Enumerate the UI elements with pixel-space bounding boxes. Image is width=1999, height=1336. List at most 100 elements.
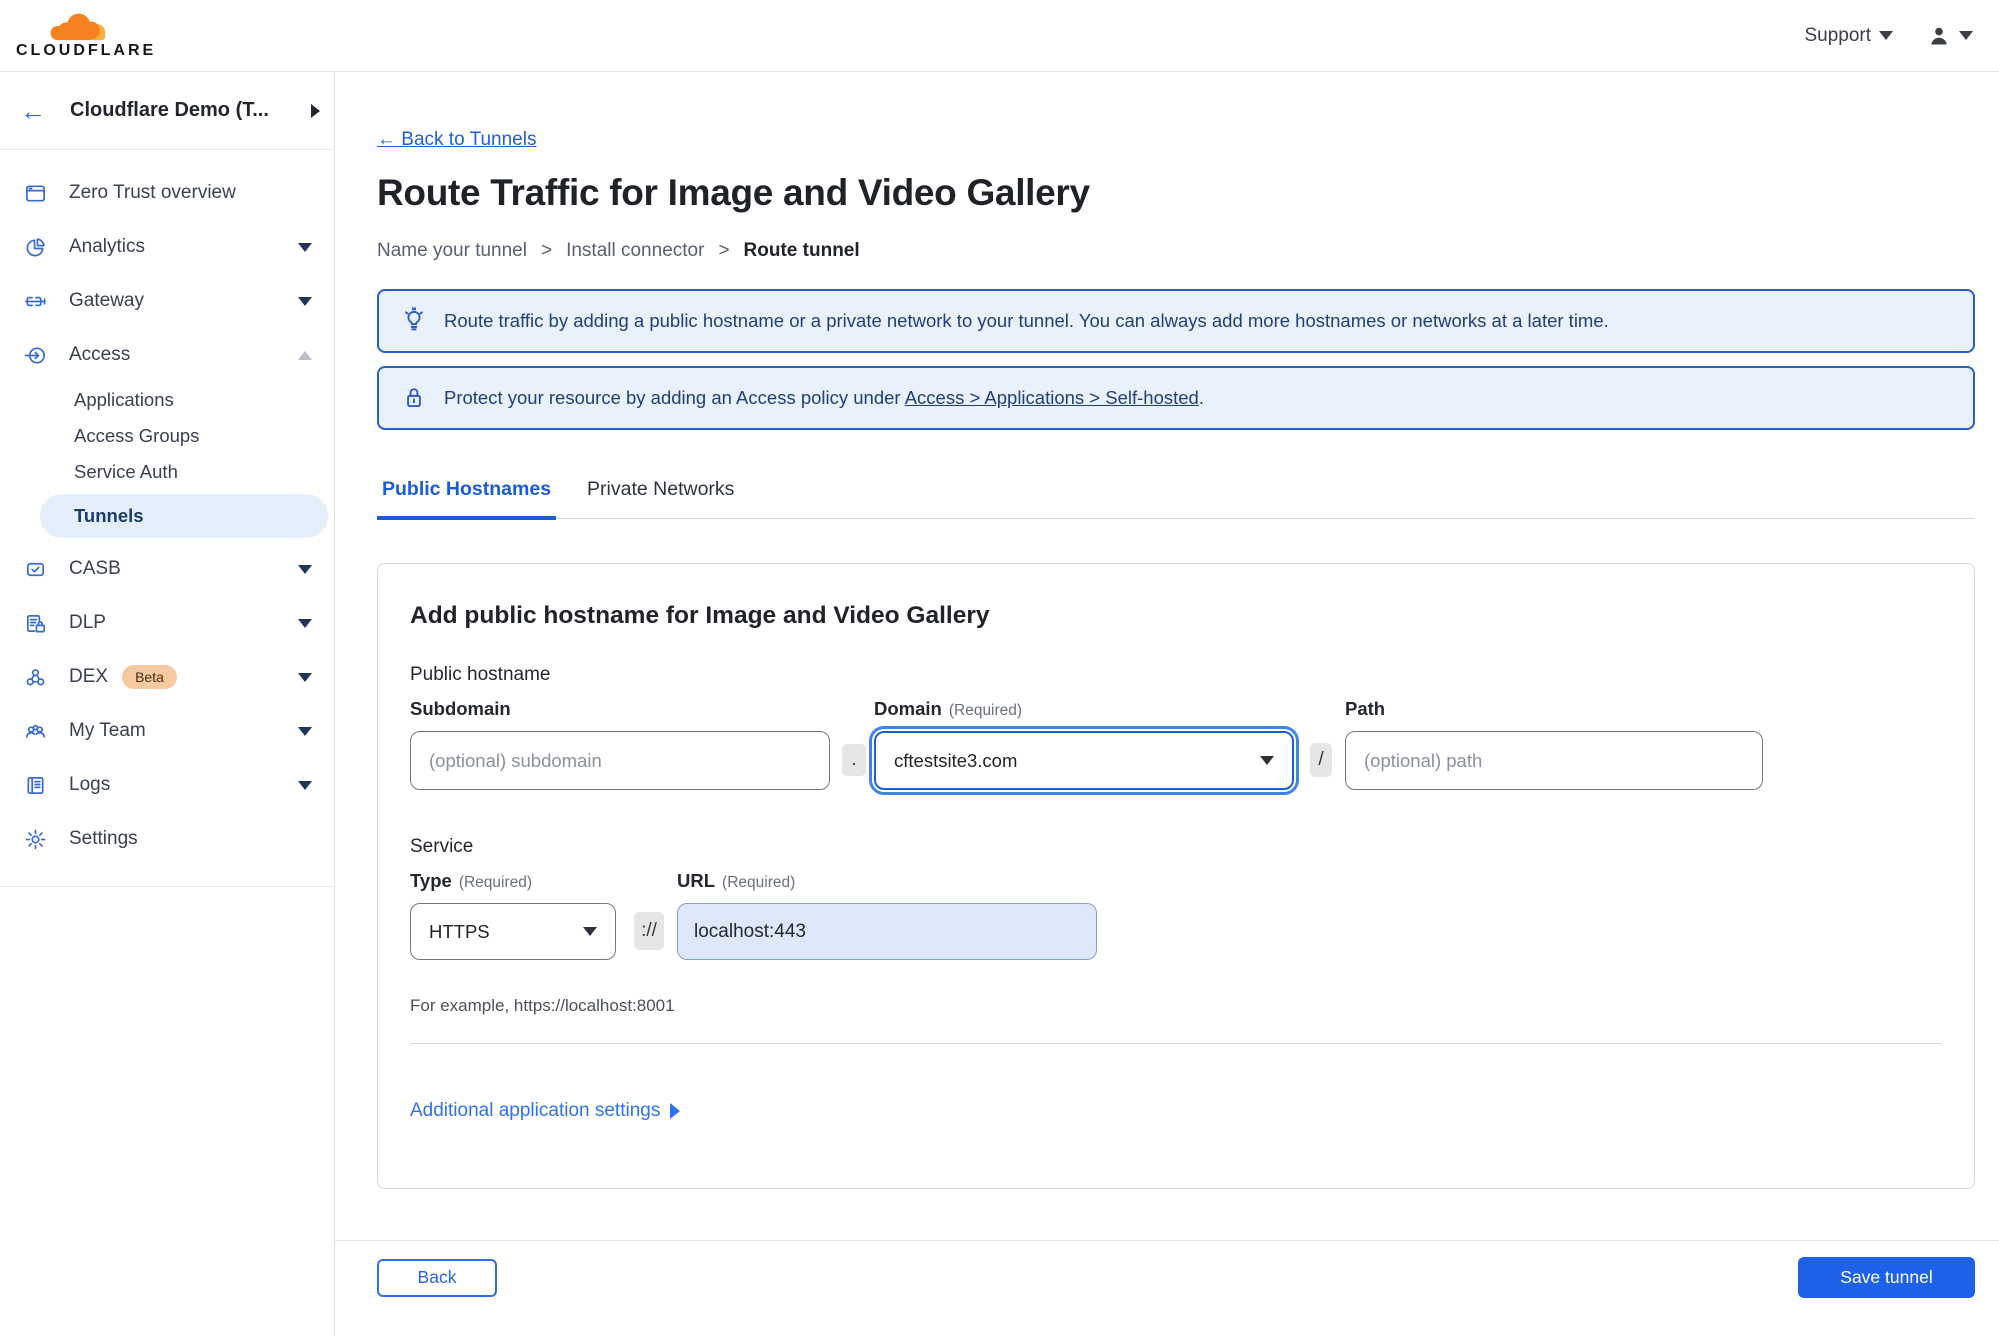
sidebar-item-access[interactable]: Access bbox=[0, 328, 334, 382]
chevron-down-icon bbox=[298, 672, 312, 682]
route-info-text: Route traffic by adding a public hostnam… bbox=[444, 310, 1609, 331]
tab-public-hostnames[interactable]: Public Hostnames bbox=[377, 478, 557, 520]
sidebar-item-dlp[interactable]: DLP bbox=[0, 596, 334, 650]
card-heading: Add public hostname for Image and Video … bbox=[410, 602, 990, 629]
sidebar: ← Cloudflare Demo (T... Zero Trust overv… bbox=[0, 72, 335, 1336]
chevron-down-icon bbox=[298, 242, 312, 252]
cloudflare-wordmark: CLOUDFLARE bbox=[16, 42, 157, 59]
gateway-icon bbox=[25, 296, 46, 306]
sidebar-item-label: Service Auth bbox=[74, 461, 178, 482]
sidebar-item-analytics[interactable]: Analytics bbox=[0, 220, 334, 274]
domain-required-hint: (Required) bbox=[948, 702, 1023, 719]
sidebar-item-gateway[interactable]: Gateway bbox=[0, 274, 334, 328]
subdomain-input[interactable] bbox=[410, 731, 830, 790]
sidebar-item-logs[interactable]: Logs bbox=[0, 758, 334, 812]
sidebar-item-dex[interactable]: DEX Beta bbox=[0, 650, 334, 704]
sidebar-item-settings[interactable]: Settings bbox=[0, 812, 334, 866]
domain-field: Domain (Required) cftestsite3.com bbox=[874, 698, 1294, 790]
subdomain-field: Subdomain bbox=[410, 698, 830, 790]
sidebar-item-label: Access Groups bbox=[74, 425, 200, 446]
dlp-icon bbox=[26, 614, 45, 633]
breadcrumb-step-route-tunnel: Route tunnel bbox=[743, 240, 860, 261]
cloudflare-logo: CLOUDFLARE bbox=[16, 11, 156, 60]
user-menu[interactable] bbox=[1927, 24, 1973, 48]
tab-bar: Public Hostnames Private Networks bbox=[377, 478, 1975, 520]
url-label: URL (Required) bbox=[677, 870, 796, 891]
type-required-hint: (Required) bbox=[458, 874, 533, 891]
sidebar-item-label: CASB bbox=[69, 558, 121, 579]
sidebar-nav: Zero Trust overview Analytics Gateway Ac… bbox=[0, 150, 334, 887]
service-url-input[interactable] bbox=[677, 903, 1097, 960]
scheme-separator: :// bbox=[634, 912, 664, 950]
chevron-down-icon bbox=[298, 618, 312, 628]
team-icon bbox=[25, 724, 46, 738]
lightbulb-icon bbox=[405, 307, 423, 331]
service-type-field: Type (Required) HTTPS bbox=[410, 870, 616, 960]
sidebar-item-label: Analytics bbox=[69, 236, 146, 257]
additional-settings-toggle[interactable]: Additional application settings bbox=[410, 1100, 681, 1122]
sidebar-item-access-groups[interactable]: Access Groups bbox=[0, 418, 334, 454]
sidebar-item-label: DLP bbox=[69, 612, 106, 633]
chevron-down-icon bbox=[298, 780, 312, 790]
support-label: Support bbox=[1804, 24, 1871, 46]
service-type-value: HTTPS bbox=[429, 920, 490, 942]
back-arrow-icon[interactable]: ← bbox=[20, 98, 46, 124]
subdomain-label: Subdomain bbox=[410, 698, 511, 719]
sidebar-item-label: DEX Beta bbox=[69, 665, 298, 689]
footer-divider bbox=[335, 1240, 1999, 1241]
path-field: Path bbox=[1345, 698, 1763, 790]
domain-select[interactable]: cftestsite3.com bbox=[874, 731, 1294, 790]
sidebar-item-service-auth[interactable]: Service Auth bbox=[0, 454, 334, 490]
footer-actions: Back Save tunnel bbox=[377, 1257, 1975, 1298]
sidebar-item-applications[interactable]: Applications bbox=[0, 382, 334, 418]
card-divider bbox=[410, 1043, 1942, 1044]
sidebar-item-my-team[interactable]: My Team bbox=[0, 704, 334, 758]
public-hostname-card: Add public hostname for Image and Video … bbox=[377, 563, 1975, 1189]
tab-private-networks[interactable]: Private Networks bbox=[582, 478, 739, 518]
chevron-right-icon bbox=[670, 1103, 681, 1119]
sidebar-item-label: Applications bbox=[74, 389, 174, 410]
page-title: Route Traffic for Image and Video Galler… bbox=[377, 172, 1090, 213]
sidebar-item-zero-trust-overview[interactable]: Zero Trust overview bbox=[0, 166, 334, 220]
service-url-field: URL (Required) bbox=[677, 870, 1097, 960]
access-applications-link[interactable]: Access > Applications > Self-hosted bbox=[905, 387, 1199, 408]
lock-icon bbox=[407, 388, 421, 407]
cloudflare-cloud-icon bbox=[50, 13, 106, 41]
sidebar-item-label: Logs bbox=[69, 774, 111, 795]
sidebar-item-label: Gateway bbox=[69, 290, 144, 311]
breadcrumb-step-name-tunnel[interactable]: Name your tunnel bbox=[377, 240, 527, 262]
sidebar-item-casb[interactable]: CASB bbox=[0, 542, 334, 596]
breadcrumb-step-install-connector[interactable]: Install connector bbox=[566, 240, 704, 262]
type-label: Type (Required) bbox=[410, 870, 533, 891]
sidebar-collapse-icon[interactable] bbox=[311, 103, 320, 118]
main-content: ← Back to Tunnels Route Traffic for Imag… bbox=[335, 72, 1999, 1336]
back-to-tunnels-link[interactable]: ← Back to Tunnels bbox=[377, 129, 536, 151]
chevron-down-icon bbox=[583, 927, 597, 936]
access-policy-text: Protect your resource by adding an Acces… bbox=[444, 387, 1204, 408]
chevron-down-icon bbox=[298, 564, 312, 574]
back-button[interactable]: Back bbox=[377, 1258, 497, 1297]
sidebar-item-label: Access bbox=[69, 344, 131, 365]
chevron-down-icon bbox=[1260, 756, 1274, 765]
pie-chart-icon bbox=[26, 237, 45, 256]
slash-separator: / bbox=[1310, 743, 1332, 777]
dashboard-icon bbox=[26, 184, 45, 202]
public-hostname-section-label: Public hostname bbox=[410, 664, 551, 685]
support-menu[interactable]: Support bbox=[1804, 25, 1893, 47]
chevron-down-icon bbox=[298, 296, 312, 306]
chevron-down-icon bbox=[1879, 31, 1893, 40]
dex-icon bbox=[26, 668, 45, 685]
sidebar-item-tunnels-active[interactable]: Tunnels bbox=[40, 494, 328, 538]
breadcrumb-separator: > bbox=[540, 240, 553, 261]
beta-badge: Beta bbox=[122, 665, 177, 689]
chevron-up-icon bbox=[298, 350, 312, 360]
service-type-select[interactable]: HTTPS bbox=[410, 903, 616, 960]
breadcrumb: Name your tunnel > Install connector > R… bbox=[377, 240, 1975, 262]
chevron-down-icon bbox=[298, 726, 312, 736]
save-tunnel-button[interactable]: Save tunnel bbox=[1798, 1257, 1975, 1298]
domain-select-value: cftestsite3.com bbox=[894, 749, 1018, 771]
top-bar: CLOUDFLARE Support bbox=[0, 0, 1999, 72]
service-field-row: Type (Required) HTTPS :// URL (Required) bbox=[410, 870, 1942, 960]
dot-separator: . bbox=[842, 744, 866, 776]
path-input[interactable] bbox=[1345, 731, 1763, 790]
